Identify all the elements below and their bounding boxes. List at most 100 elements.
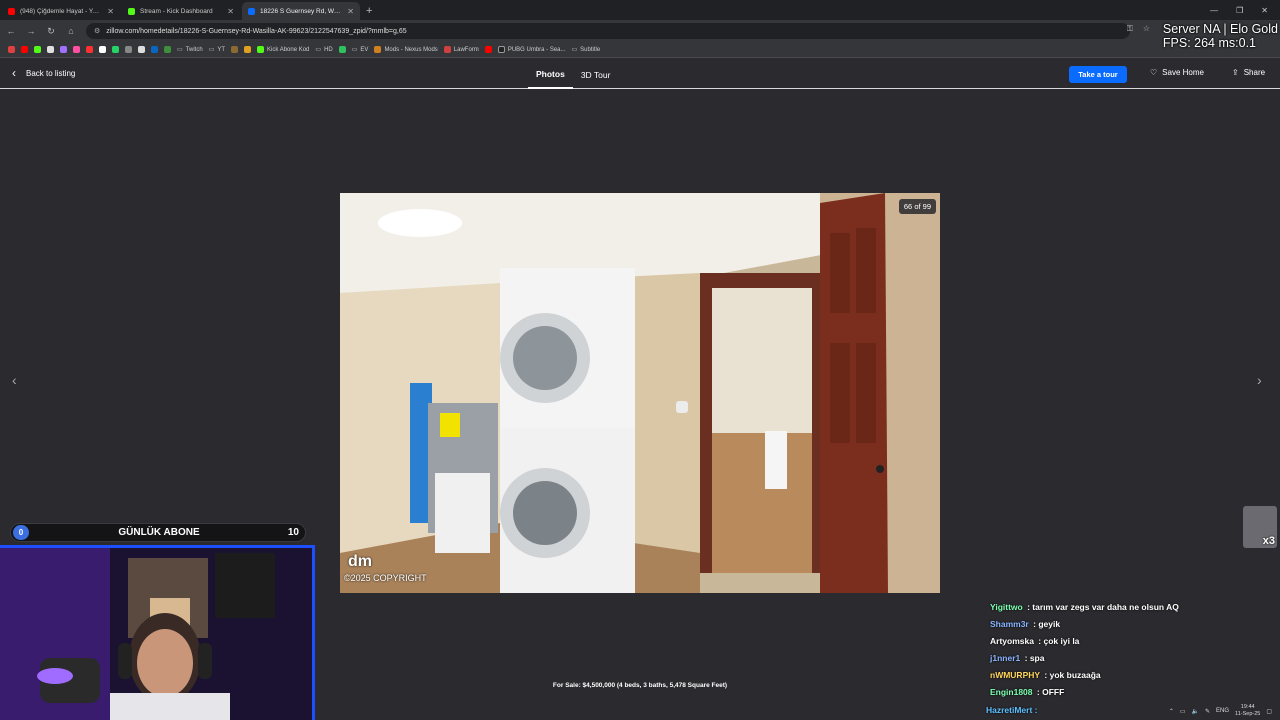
bookmark-icon[interactable] bbox=[86, 46, 93, 53]
close-tab-icon[interactable]: ✕ bbox=[227, 7, 234, 16]
chevron-left-icon: ‹ bbox=[12, 66, 16, 80]
server-elo-text: Server NA | Elo Gold bbox=[1162, 22, 1278, 36]
heart-icon: ♡ bbox=[1150, 68, 1158, 77]
new-tab-button[interactable]: + bbox=[366, 2, 372, 20]
save-home-button[interactable]: ♡ Save Home bbox=[1150, 68, 1204, 77]
twitch-icon[interactable] bbox=[60, 46, 67, 53]
reload-icon[interactable]: ↻ bbox=[46, 26, 56, 37]
zillow-icon bbox=[248, 7, 255, 15]
chat-text: tarım var zegs var daha ne olsun AQ bbox=[1032, 602, 1179, 612]
bookmark-hd[interactable]: ▭ HD bbox=[315, 46, 332, 54]
volume-icon[interactable]: 🔈 bbox=[1192, 708, 1199, 715]
home-icon[interactable]: ⌂ bbox=[66, 26, 76, 36]
stream-chat: Yigittwo : tarım var zegs var daha ne ol… bbox=[990, 602, 1280, 704]
chat-text: spa bbox=[1029, 653, 1045, 663]
bookmark-icon[interactable] bbox=[164, 46, 171, 53]
gallery-tabs: Photos 3D Tour bbox=[528, 60, 618, 89]
take-a-tour-button[interactable]: Take a tour bbox=[1069, 66, 1127, 83]
close-window-icon[interactable]: ✕ bbox=[1261, 6, 1268, 15]
bookmark-subtitle[interactable]: ▭ Subtitle bbox=[571, 46, 601, 54]
bookmark-kick-abone-kod[interactable]: Kick Abone Kod bbox=[257, 46, 309, 53]
previous-photo-chevron-icon[interactable]: ‹ bbox=[12, 372, 17, 388]
kick-icon[interactable] bbox=[34, 46, 41, 53]
bookmark-icon[interactable] bbox=[231, 46, 239, 53]
laundry-room-image bbox=[340, 193, 940, 593]
tab-title: 18226 S Guernsey Rd, Wasilla, AK bbox=[260, 7, 343, 15]
tab-3d-tour[interactable]: 3D Tour bbox=[573, 60, 619, 89]
kick-icon bbox=[257, 46, 265, 53]
notification-icon[interactable]: ▢ bbox=[1266, 708, 1272, 715]
bookmark-icon[interactable] bbox=[244, 46, 252, 53]
close-tab-icon[interactable]: ✕ bbox=[347, 7, 354, 16]
pen-icon[interactable]: ✎ bbox=[1205, 708, 1210, 715]
bookmark-nexus-mods[interactable]: Mods - Nexus Mods bbox=[374, 46, 438, 53]
multiplier-text: x3 bbox=[1262, 535, 1275, 547]
whatsapp-icon[interactable] bbox=[112, 46, 119, 53]
browser-toolbar: ← → ↻ ⌂ ⚙ zillow.com/homedetails/18226-S… bbox=[0, 20, 1280, 42]
bookmark-icon[interactable] bbox=[125, 46, 132, 53]
nexus-icon bbox=[374, 46, 382, 53]
tab-photos[interactable]: Photos bbox=[528, 60, 573, 89]
bookmark-pubg-umbra[interactable]: PUBG Umbra - Sea... bbox=[497, 46, 566, 53]
listing-photo[interactable]: 66 of 99 dm ©2025 COPYRIGHT bbox=[340, 193, 940, 593]
key-icon[interactable]: ⚿ bbox=[1127, 24, 1133, 34]
youtube-icon[interactable] bbox=[21, 46, 28, 53]
photo-counter: 66 of 99 bbox=[898, 199, 936, 214]
tab-title: Stream - Kick Dashboard bbox=[140, 7, 213, 15]
linkedin-icon[interactable] bbox=[151, 46, 158, 53]
bookmark-label: Twitch bbox=[185, 46, 203, 53]
screen: (948) Çiğdemle Hayat - YouTube ✕ Stream … bbox=[0, 0, 1280, 720]
address-bar[interactable]: ⚙ zillow.com/homedetails/18226-S-Guernse… bbox=[86, 23, 1130, 39]
chat-username: Yigittwo bbox=[990, 602, 1023, 612]
share-button[interactable]: ⇪ Share bbox=[1232, 68, 1265, 77]
site-info-icon[interactable]: ⚙ bbox=[94, 27, 100, 35]
bookmark-icon[interactable] bbox=[338, 46, 346, 53]
bookmark-icon[interactable] bbox=[8, 46, 15, 53]
minimize-icon[interactable]: — bbox=[1210, 6, 1218, 15]
network-icon[interactable]: ▭ bbox=[1180, 708, 1186, 715]
window-controls: — ❐ ✕ bbox=[1210, 0, 1280, 20]
instagram-icon[interactable] bbox=[73, 46, 80, 53]
bookmark-icon[interactable] bbox=[47, 46, 54, 53]
chevron-up-icon[interactable]: ⌃ bbox=[1169, 708, 1174, 715]
stream-stats-overlay: Server NA | Elo Gold FPS: 264 ms:0.1 bbox=[1163, 22, 1278, 50]
bookmark-lawform[interactable]: LawForm bbox=[443, 46, 479, 53]
clock-time: 19:44 bbox=[1240, 704, 1255, 710]
url-text: zillow.com/homedetails/18226-S-Guernsey-… bbox=[106, 27, 407, 35]
chat-text: geyik bbox=[1038, 619, 1061, 629]
chat-text: çok iyi la bbox=[1043, 636, 1080, 646]
youtube-icon[interactable] bbox=[484, 46, 492, 53]
bookmark-yt[interactable]: ▭ YT bbox=[209, 46, 226, 54]
close-tab-icon[interactable]: ✕ bbox=[107, 7, 114, 16]
bookmark-label: YT bbox=[217, 46, 226, 53]
bookmark-icon[interactable] bbox=[138, 46, 145, 53]
share-icon: ⇪ bbox=[1232, 68, 1239, 77]
bookmark-label: Kick Abone Kod bbox=[267, 46, 310, 53]
chat-message: Yigittwo : tarım var zegs var daha ne ol… bbox=[990, 602, 1179, 612]
star-icon[interactable]: ☆ bbox=[1143, 24, 1150, 34]
bookmark-ev[interactable]: ▭ EV bbox=[352, 46, 369, 54]
forward-arrow-icon[interactable]: → bbox=[26, 26, 36, 36]
bookmarks-bar: ▭ Twitch ▭ YT Kick Abone Kod ▭ HD ▭ EV Mods … bbox=[0, 42, 1280, 58]
maximize-icon[interactable]: ❐ bbox=[1236, 6, 1243, 15]
language-indicator[interactable]: ENG bbox=[1216, 708, 1229, 714]
bookmark-label: PUBG Umbra - Sea... bbox=[507, 46, 566, 53]
browser-tab-kick[interactable]: Stream - Kick Dashboard ✕ bbox=[122, 2, 240, 20]
browser-tab-zillow[interactable]: 18226 S Guernsey Rd, Wasilla, AK ✕ bbox=[242, 2, 360, 20]
back-arrow-icon[interactable]: ← bbox=[6, 26, 16, 36]
sub-goal-current: 0 bbox=[13, 525, 29, 540]
bookmark-twitch[interactable]: ▭ Twitch bbox=[177, 46, 203, 54]
chat-message: Shamm3r : geyik bbox=[990, 619, 1061, 629]
pubg-icon bbox=[497, 46, 505, 53]
browser-tab-youtube[interactable]: (948) Çiğdemle Hayat - YouTube ✕ bbox=[2, 2, 120, 20]
save-home-label: Save Home bbox=[1162, 68, 1204, 77]
folder-icon: ▭ bbox=[571, 47, 578, 53]
bookmark-label: LawForm bbox=[453, 46, 479, 53]
streamer-webcam bbox=[0, 545, 315, 720]
daily-sub-goal-bar: GÜNLÜK ABONE 0 10 bbox=[10, 523, 306, 542]
x-icon[interactable] bbox=[99, 46, 106, 53]
next-photo-chevron-icon[interactable]: › bbox=[1257, 372, 1262, 388]
system-clock[interactable]: 19:44 11-Sep-25 bbox=[1235, 704, 1260, 718]
back-to-listing-link[interactable]: ‹ Back to listing bbox=[12, 66, 75, 80]
chat-username: nWMURPHY bbox=[990, 670, 1041, 680]
